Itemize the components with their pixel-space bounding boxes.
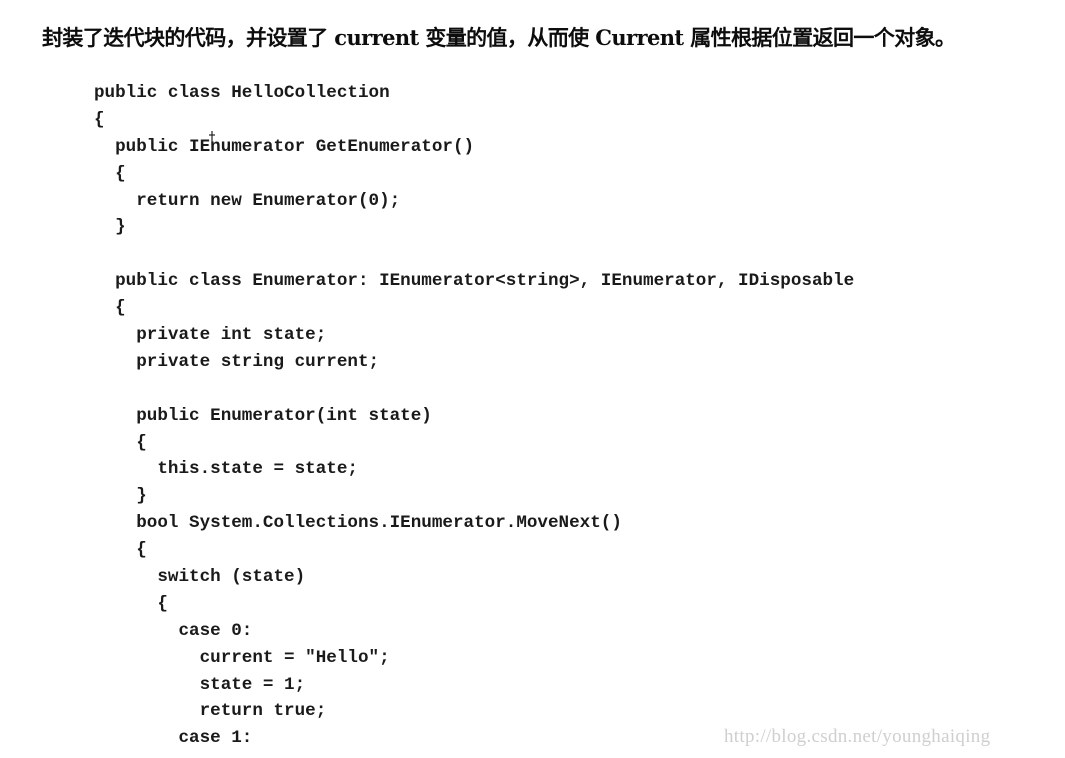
code-line: state = 1; <box>94 674 306 695</box>
code-line: public class Enumerator: IEnumerator<str… <box>94 271 855 292</box>
code-line: { <box>94 109 105 130</box>
code-line: } <box>94 217 126 238</box>
code-line: return new Enumerator(0); <box>94 190 401 211</box>
watermark-url: http://blog.csdn.net/younghaiqing <box>724 726 991 747</box>
code-line: { <box>94 593 168 614</box>
code-line: public Enumerator(int state) <box>94 405 432 426</box>
intro-paragraph: 封装了迭代块的代码，并设置了 current 变量的值，从而使 Current … <box>42 25 956 50</box>
code-block: public class HelloCollection{ public IEn… <box>94 80 854 752</box>
code-line: private string current; <box>94 351 380 372</box>
code-line: this.state = state; <box>94 459 358 480</box>
code-line: { <box>94 298 126 319</box>
code-line: bool System.Collections.IEnumerator.Move… <box>94 513 622 534</box>
code-line: switch (state) <box>94 567 306 588</box>
text-cursor-icon <box>207 131 217 145</box>
code-line: current = "Hello"; <box>94 647 390 668</box>
code-line: public class HelloCollection <box>94 83 390 103</box>
code-line: private int state; <box>94 325 327 346</box>
code-line: { <box>94 540 147 561</box>
code-line: { <box>94 163 126 184</box>
code-line: { <box>94 432 147 453</box>
code-line: case 0: <box>94 620 253 641</box>
code-line: return true; <box>94 701 327 722</box>
code-line: } <box>94 486 147 507</box>
